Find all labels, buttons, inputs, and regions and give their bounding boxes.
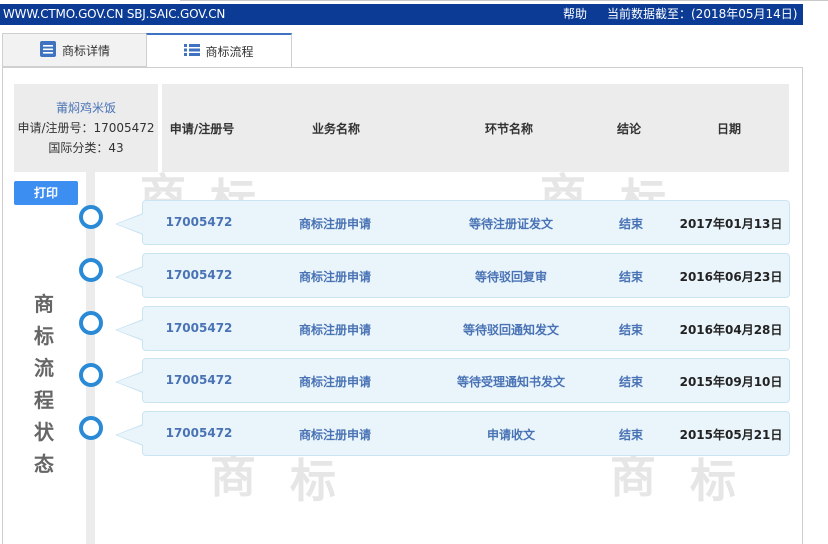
tab-label: 商标流程 — [205, 44, 254, 59]
row-date: 2016年04月28日 — [679, 323, 783, 337]
row-step: 等待驳回通知发文 — [462, 323, 560, 337]
row-step: 等待注册证发文 — [468, 217, 554, 231]
table-row: 17005472 商标注册申请 等待驳回复审 结束 2016年06月23日 — [115, 253, 790, 298]
help-link[interactable]: 帮助 — [563, 4, 587, 25]
row-reg-no: 17005472 — [165, 215, 233, 229]
column-header-step: 环节名称 — [484, 122, 534, 136]
timeline-node — [79, 205, 103, 229]
table-header: 申请/注册号 业务名称 环节名称 结论 日期 — [162, 84, 789, 172]
data-as-of-text: 当前数据截至：(2018年05月14日) — [607, 7, 798, 21]
row-step: 申请收文 — [486, 428, 536, 442]
table-row: 17005472 商标注册申请 申请收文 结束 2015年05月21日 — [115, 411, 790, 456]
site-header-bar: WWW.CTMO.GOV.CN SBJ.SAIC.GOV.CN 帮助 当前数据截… — [0, 4, 803, 25]
column-header-reg-no: 申请/注册号 — [169, 122, 235, 136]
top-divider — [180, 0, 828, 3]
row-reg-no: 17005472 — [165, 321, 233, 335]
table-row: 17005472 商标注册申请 等待受理通知书发文 结束 2015年09月10日 — [115, 358, 790, 403]
row-business: 商标注册申请 — [298, 323, 372, 337]
process-status-title: 商 标 流 程 状 态 — [34, 292, 54, 476]
row-result: 结束 — [618, 375, 644, 389]
row-result: 结束 — [618, 323, 644, 337]
tab-trademark-details[interactable]: 商标详情 — [2, 33, 147, 67]
row-result: 结束 — [618, 428, 644, 442]
tab-trademark-process[interactable]: 商标流程 — [146, 33, 292, 68]
international-class: 国际分类：43 — [48, 141, 124, 155]
document-icon — [39, 40, 57, 61]
row-result: 结束 — [618, 217, 644, 231]
table-row: 17005472 商标注册申请 等待注册证发文 结束 2017年01月13日 — [115, 200, 790, 245]
row-date: 2015年05月21日 — [679, 428, 783, 442]
column-header-business: 业务名称 — [311, 122, 361, 136]
row-business: 商标注册申请 — [298, 217, 372, 231]
row-business: 商标注册申请 — [298, 270, 372, 284]
row-date: 2016年06月23日 — [679, 270, 783, 284]
print-button[interactable]: 打印 — [14, 181, 78, 205]
row-business: 商标注册申请 — [298, 375, 372, 389]
trademark-info-box: 莆焖鸡米饭 申请/注册号：17005472 国际分类：43 — [14, 84, 158, 172]
row-reg-no: 17005472 — [165, 268, 233, 282]
tab-bar: 商标详情 商标流程 — [0, 33, 828, 68]
column-header-result: 结论 — [616, 122, 642, 136]
timeline-node — [79, 363, 103, 387]
row-date: 2015年09月10日 — [679, 375, 783, 389]
tab-label: 商标详情 — [61, 43, 110, 58]
row-step: 等待受理通知书发文 — [456, 375, 566, 389]
row-step: 等待驳回复审 — [474, 270, 548, 284]
column-header-date: 日期 — [716, 122, 742, 136]
row-result: 结束 — [618, 270, 644, 284]
row-business: 商标注册申请 — [298, 428, 372, 442]
registration-number: 申请/注册号：17005472 — [17, 121, 155, 135]
timeline-node — [79, 416, 103, 440]
row-reg-no: 17005472 — [165, 373, 233, 387]
row-date: 2017年01月13日 — [679, 217, 783, 231]
timeline-node — [79, 258, 103, 282]
list-icon — [184, 43, 201, 60]
site-url-text: WWW.CTMO.GOV.CN SBJ.SAIC.GOV.CN — [3, 7, 226, 21]
trademark-name: 莆焖鸡米饭 — [55, 101, 116, 115]
row-reg-no: 17005472 — [165, 426, 233, 440]
timeline-node — [79, 311, 103, 335]
table-row: 17005472 商标注册申请 等待驳回通知发文 结束 2016年04月28日 — [115, 306, 790, 351]
